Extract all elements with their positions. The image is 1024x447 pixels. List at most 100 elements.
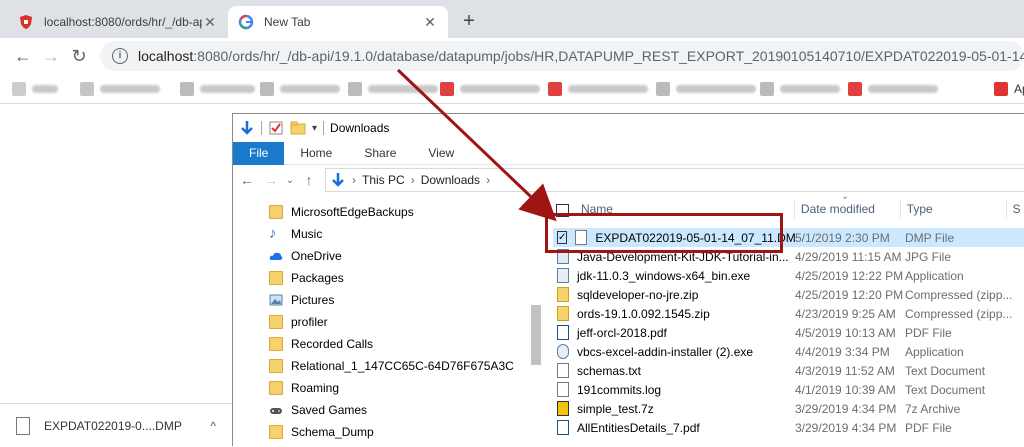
music-note-icon: ♪ bbox=[269, 225, 277, 242]
navigation-pane: MicrosoftEdgeBackups ♪ Music OneDrive Pac… bbox=[233, 195, 543, 447]
nav-item[interactable]: Saved Games bbox=[269, 399, 367, 421]
file-icon bbox=[16, 417, 30, 435]
cloud-icon bbox=[269, 252, 283, 260]
tab-title: New Tab bbox=[264, 15, 311, 29]
nav-item[interactable]: Schema_Dump bbox=[269, 421, 374, 443]
file-type: Text Document bbox=[905, 363, 986, 378]
bookmark-item[interactable] bbox=[80, 81, 160, 97]
nav-item[interactable]: Roaming bbox=[269, 377, 339, 399]
customize-dropdown-icon[interactable]: ▾ bbox=[312, 123, 317, 134]
breadcrumb-this-pc[interactable]: This PC bbox=[362, 173, 405, 187]
close-icon[interactable]: ✕ bbox=[202, 14, 218, 31]
ribbon-tab-home[interactable]: Home bbox=[284, 142, 348, 165]
file-type: Compressed (zipp... bbox=[905, 306, 1013, 321]
info-icon[interactable]: i bbox=[112, 48, 128, 64]
file-row[interactable]: ords-19.1.0.092.1545.zip 4/23/2019 9:25 … bbox=[557, 304, 1024, 323]
chevron-right-icon[interactable]: › bbox=[411, 173, 415, 187]
ribbon-tab-file[interactable]: File bbox=[233, 142, 285, 165]
breadcrumb-downloads[interactable]: Downloads bbox=[421, 173, 480, 187]
bookmark-item[interactable] bbox=[848, 81, 938, 97]
file-type: Compressed (zipp... bbox=[905, 287, 1013, 302]
bookmark-icon bbox=[348, 82, 362, 96]
bookmark-item[interactable] bbox=[440, 81, 540, 97]
bookmark-item[interactable] bbox=[260, 81, 340, 97]
file-date: 3/29/2019 4:34 PM bbox=[795, 420, 897, 435]
column-header-type[interactable]: Type bbox=[899, 199, 1006, 219]
file-name: sqldeveloper-no-jre.zip bbox=[577, 287, 699, 302]
file-row[interactable]: jdk-11.0.3_windows-x64_bin.exe 4/25/2019… bbox=[557, 266, 1024, 285]
recent-dropdown-icon[interactable]: ⌄ bbox=[283, 175, 297, 186]
bookmark-item[interactable] bbox=[656, 81, 756, 97]
file-row[interactable]: AllEntitiesDetails_7.pdf 3/29/2019 4:34 … bbox=[557, 418, 1024, 437]
ribbon-tab-share[interactable]: Share bbox=[348, 142, 412, 165]
scrollbar-thumb[interactable] bbox=[531, 305, 541, 365]
folder-icon bbox=[269, 205, 283, 219]
breadcrumb[interactable]: › This PC › Downloads › bbox=[325, 168, 1024, 192]
highlight-box bbox=[545, 213, 783, 253]
download-item[interactable]: EXPDAT022019-0....DMP ^ bbox=[16, 414, 216, 438]
file-type: PDF File bbox=[905, 420, 952, 435]
google-g-icon bbox=[238, 14, 254, 30]
nav-item[interactable]: Packages bbox=[269, 267, 344, 289]
file-name: vbcs-excel-addin-installer (2).exe bbox=[577, 344, 754, 359]
nav-item-label: Music bbox=[291, 227, 323, 241]
bookmark-item[interactable] bbox=[348, 81, 438, 97]
folder-icon[interactable] bbox=[290, 120, 306, 136]
bookmark-item[interactable] bbox=[180, 81, 255, 97]
close-icon[interactable]: ✕ bbox=[422, 14, 438, 31]
pictures-icon bbox=[269, 294, 283, 306]
checkbox-properties-icon[interactable] bbox=[268, 120, 284, 136]
sort-chevron-icon: ⌄ bbox=[840, 191, 850, 202]
nav-item[interactable]: Recorded Calls bbox=[269, 333, 373, 355]
back-arrow-icon[interactable]: ← bbox=[10, 43, 36, 69]
column-header-size[interactable]: S bbox=[1005, 199, 1024, 219]
file-date: 4/23/2019 9:25 AM bbox=[795, 306, 896, 321]
file-name: AllEntitiesDetails_7.pdf bbox=[577, 420, 700, 435]
nav-item[interactable]: profiler bbox=[269, 311, 328, 333]
browser-toolbar: ← → ↻ i localhost:8080/ords/hr/_/db-api/… bbox=[0, 38, 1024, 74]
tab-new-tab[interactable]: New Tab ✕ bbox=[228, 6, 448, 38]
file-row[interactable]: vbcs-excel-addin-installer (2).exe 4/4/2… bbox=[557, 342, 1024, 361]
bookmark-item[interactable] bbox=[12, 81, 58, 97]
chevron-right-icon[interactable]: › bbox=[486, 173, 490, 187]
pdf-icon bbox=[557, 420, 569, 435]
nav-item[interactable]: Pictures bbox=[269, 289, 334, 311]
saved-games-icon bbox=[270, 408, 282, 414]
tab-ords[interactable]: localhost:8080/ords/hr/_/db-api/ ✕ bbox=[8, 6, 228, 38]
bookmark-item[interactable] bbox=[548, 81, 648, 97]
file-row[interactable]: sqldeveloper-no-jre.zip 4/25/2019 12:20 … bbox=[557, 285, 1024, 304]
forward-arrow-icon[interactable]: → bbox=[38, 43, 64, 69]
nav-item[interactable]: Relational_1_147CC65C-64D76F675A3C bbox=[269, 355, 514, 377]
window-title: Downloads bbox=[330, 121, 390, 135]
up-arrow-icon[interactable]: ↑ bbox=[297, 172, 321, 188]
chevron-right-icon[interactable]: › bbox=[352, 173, 356, 187]
address-bar[interactable]: i localhost:8080/ords/hr/_/db-api/19.1.0… bbox=[100, 41, 1024, 71]
explorer-title-bar: ▾ Downloads bbox=[233, 114, 1024, 142]
nav-item-label: profiler bbox=[291, 315, 328, 329]
bookmark-item[interactable]: Ap bbox=[994, 81, 1024, 97]
file-row[interactable]: schemas.txt 4/3/2019 11:52 AM Text Docum… bbox=[557, 361, 1024, 380]
nav-item[interactable]: ♪ Music bbox=[269, 223, 322, 245]
forward-arrow-icon[interactable]: → bbox=[259, 172, 283, 188]
back-arrow-icon[interactable]: ← bbox=[235, 172, 259, 188]
column-header-date[interactable]: Date modified ⌄ bbox=[793, 191, 900, 219]
chevron-up-icon[interactable]: ^ bbox=[210, 419, 216, 433]
file-type: Application bbox=[905, 344, 964, 359]
reload-icon[interactable]: ↻ bbox=[66, 43, 92, 69]
apps-icon bbox=[12, 82, 26, 96]
ribbon-tab-view[interactable]: View bbox=[412, 142, 470, 165]
file-date: 4/25/2019 12:20 PM bbox=[795, 287, 904, 302]
down-arrow-blue-icon[interactable] bbox=[239, 120, 255, 136]
exe-icon bbox=[557, 268, 569, 283]
file-row[interactable]: jeff-orcl-2018.pdf 4/5/2019 10:13 AM PDF… bbox=[557, 323, 1024, 342]
file-row[interactable]: simple_test.7z 3/29/2019 4:34 PM 7z Arch… bbox=[557, 399, 1024, 418]
nav-item[interactable]: MicrosoftEdgeBackups bbox=[269, 201, 414, 223]
column-header-date-label: Date modified bbox=[800, 202, 875, 216]
file-row[interactable]: 191commits.log 4/1/2019 10:39 AM Text Do… bbox=[557, 380, 1024, 399]
bookmark-item[interactable] bbox=[760, 81, 840, 97]
new-tab-button[interactable]: + bbox=[456, 9, 482, 35]
nav-item-label: Pictures bbox=[291, 293, 335, 307]
bookmark-icon bbox=[994, 82, 1008, 96]
folder-icon bbox=[269, 337, 283, 351]
nav-item[interactable]: OneDrive bbox=[269, 245, 342, 267]
